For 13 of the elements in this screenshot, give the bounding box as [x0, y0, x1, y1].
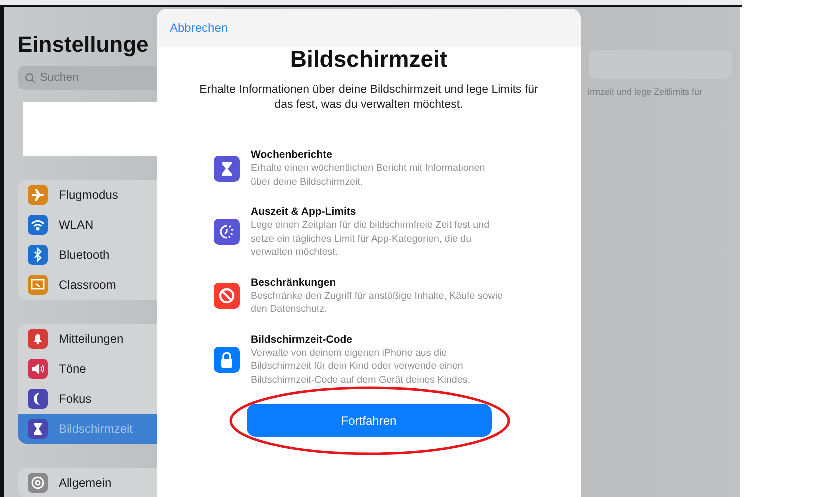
- feature-title: Beschränkungen: [251, 276, 338, 290]
- feature-description: Verwalte von deinem eigenen iPhone aus die Bildschirmzeit für dein Kind oder verwende einen Bildschirmzeit-Code auf dem Gerät deines Kindes.: [251, 346, 472, 387]
- settings-title: Einstellunge: [18, 32, 150, 58]
- feature-title: Wochenberichte: [251, 148, 334, 162]
- search-icon: [25, 73, 36, 84]
- feature-description: Lege einen Zeitplan für die bildschirmfreie Zeit fest und setze ein tägliches Limit für App-Kategorien, die du verwalten möchtest.: [251, 219, 491, 260]
- feature-title: Auszeit & App-Limits: [251, 205, 358, 219]
- continue-button[interactable]: Fortfahren: [246, 404, 492, 437]
- background-text: irmzeit und lege Zeitlimits für: [588, 87, 703, 97]
- feature-title: Bildschirmzeit-Code: [251, 332, 354, 346]
- feature-description: Erhalte einen wöchentlichen Bericht mit Informationen über deine Bildschirmzeit.: [251, 162, 486, 189]
- feature-description: Beschränke den Zugriff für anstößige Inhalte, Käufe sowie den Datenschutz.: [251, 290, 504, 316]
- sheet-title: Bildschirmzeit: [290, 46, 448, 73]
